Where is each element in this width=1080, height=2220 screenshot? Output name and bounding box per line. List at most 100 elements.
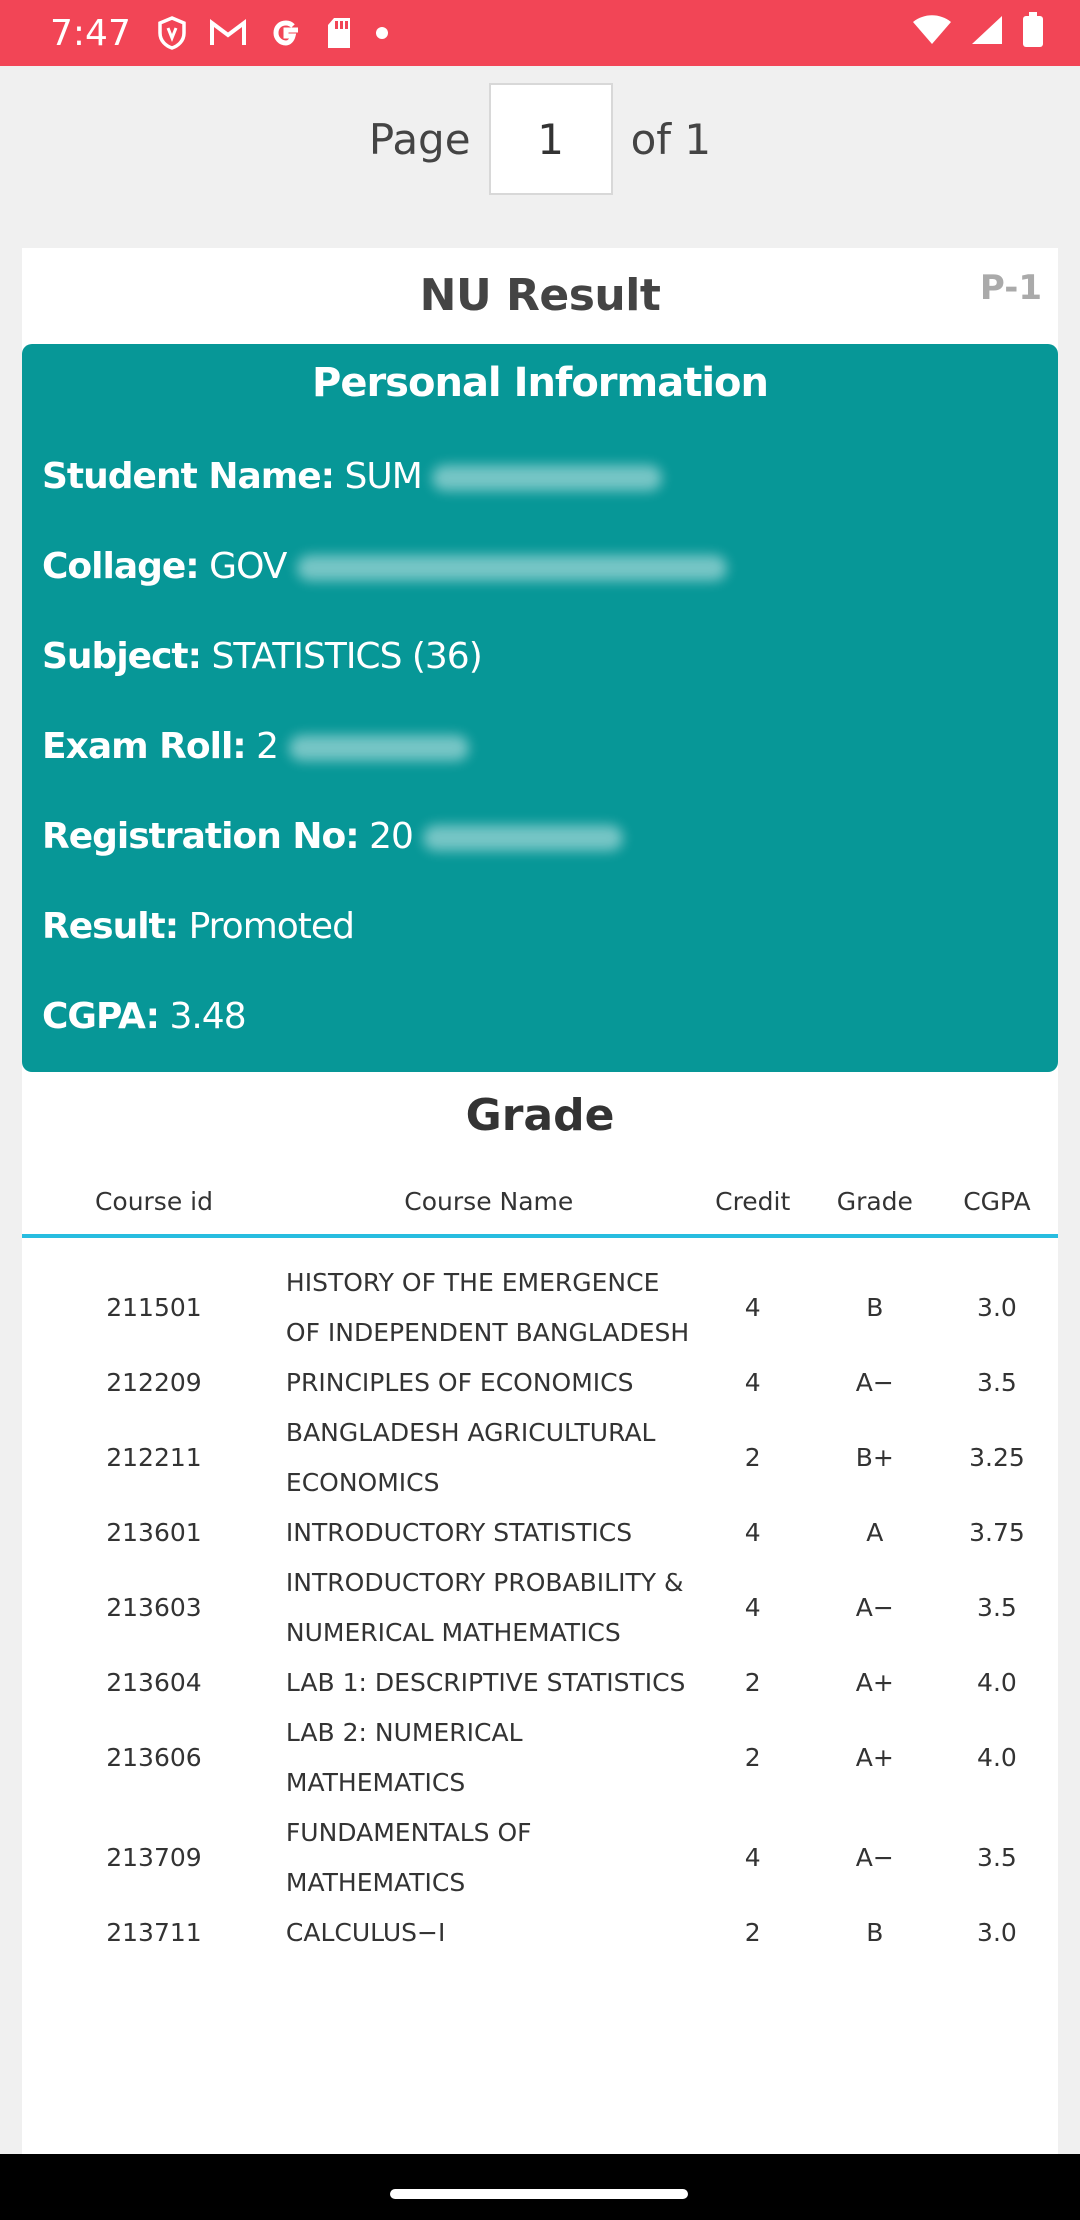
course-cgpa: 3.5 xyxy=(977,1593,1017,1622)
course-cgpa: 4.0 xyxy=(977,1743,1017,1772)
college-label: Collage: xyxy=(42,546,200,587)
course-id: 213711 xyxy=(106,1918,202,1947)
grade-title: Grade xyxy=(465,1090,615,1141)
student-name-value: SUM xyxy=(344,456,423,497)
notification-icons xyxy=(157,16,389,50)
course-id: 213606 xyxy=(106,1743,202,1772)
header-credit: Credit xyxy=(715,1186,791,1216)
course-credit: 4 xyxy=(744,1518,761,1547)
course-id: 212211 xyxy=(106,1443,202,1472)
table-row: 213709 FUNDAMENTALS OF MATHEMATICS 4 A− … xyxy=(22,1808,1058,1908)
status-bar: 7:47 xyxy=(0,0,1080,66)
table-row: 213711 CALCULUS−I 2 B 3.0 xyxy=(22,1908,1058,1958)
grade-table-header: Course id Course Name Credit Grade CGPA xyxy=(22,1168,1058,1238)
course-id: 212209 xyxy=(106,1368,202,1397)
personal-info-title: Personal Information xyxy=(312,360,769,406)
course-grade: A− xyxy=(855,1843,894,1872)
course-name: INTRODUCTORY PROBABILITY & NUMERICAL MAT… xyxy=(285,1568,684,1647)
course-id: 213604 xyxy=(106,1668,202,1697)
page-navigator: Page 1 of 1 xyxy=(0,80,1080,198)
google-icon xyxy=(273,20,298,46)
registration-label: Registration No: xyxy=(42,816,360,857)
table-row: 213603 INTRODUCTORY PROBABILITY & NUMERI… xyxy=(22,1558,1058,1658)
course-credit: 2 xyxy=(744,1743,761,1772)
exam-roll-label: Exam Roll: xyxy=(42,726,247,767)
course-cgpa: 4.0 xyxy=(977,1668,1017,1697)
course-credit: 2 xyxy=(744,1668,761,1697)
page-number-input[interactable]: 1 xyxy=(488,83,613,195)
dot-icon xyxy=(375,27,388,39)
grade-table-body: 211501 HISTORY OF THE EMERGENCE OF INDEP… xyxy=(22,1238,1058,1958)
course-grade: B xyxy=(866,1293,884,1322)
college-value: GOV xyxy=(209,546,287,587)
course-name: LAB 1: DESCRIPTIVE STATISTICS xyxy=(285,1668,686,1697)
status-time: 7:47 xyxy=(50,12,131,54)
course-cgpa: 3.5 xyxy=(977,1368,1017,1397)
course-name: INTRODUCTORY STATISTICS xyxy=(285,1518,633,1547)
course-grade: A xyxy=(866,1518,884,1547)
header-course-name: Course Name xyxy=(404,1186,574,1216)
redacted-blur xyxy=(423,825,624,851)
redacted-blur xyxy=(296,555,727,581)
college-row: Collage: GOV xyxy=(42,546,727,587)
result-card: NU Result P-1 Personal Information Stude… xyxy=(22,248,1058,2154)
table-row: 211501 HISTORY OF THE EMERGENCE OF INDEP… xyxy=(22,1258,1058,1358)
course-name: CALCULUS−I xyxy=(285,1918,446,1947)
header-course-id: Course id xyxy=(94,1186,213,1216)
course-id: 211501 xyxy=(106,1293,202,1322)
course-id: 213709 xyxy=(106,1843,202,1872)
subject-row: Subject: STATISTICS (36) xyxy=(42,636,483,677)
table-row: 213604 LAB 1: DESCRIPTIVE STATISTICS 2 A… xyxy=(22,1658,1058,1708)
course-credit: 2 xyxy=(744,1918,761,1947)
course-grade: A+ xyxy=(855,1743,894,1772)
course-cgpa: 3.0 xyxy=(977,1293,1017,1322)
student-name-label: Student Name: xyxy=(42,456,335,497)
home-gesture-handle[interactable] xyxy=(390,2189,688,2199)
course-cgpa: 3.75 xyxy=(969,1518,1025,1547)
header-grade: Grade xyxy=(836,1186,913,1216)
table-row: 212211 BANGLADESH AGRICULTURAL ECONOMICS… xyxy=(22,1408,1058,1508)
cgpa-label: CGPA: xyxy=(42,996,160,1037)
cgpa-row: CGPA: 3.48 xyxy=(42,996,247,1037)
shield-icon xyxy=(158,16,186,50)
course-cgpa: 3.5 xyxy=(977,1843,1017,1872)
exam-roll-row: Exam Roll: 2 xyxy=(42,726,469,767)
course-cgpa: 3.0 xyxy=(977,1918,1017,1947)
signal-icon xyxy=(972,16,1002,44)
course-credit: 4 xyxy=(744,1593,761,1622)
table-row: 213606 LAB 2: NUMERICAL MATHEMATICS 2 A+… xyxy=(22,1708,1058,1808)
page-label: Page xyxy=(368,114,471,164)
course-name: HISTORY OF THE EMERGENCE OF INDEPENDENT … xyxy=(285,1268,690,1347)
course-name: BANGLADESH AGRICULTURAL ECONOMICS xyxy=(285,1418,656,1497)
course-credit: 4 xyxy=(744,1293,761,1322)
exam-roll-value: 2 xyxy=(256,726,279,767)
result-value: Promoted xyxy=(188,906,355,947)
personal-info-panel: Personal Information Student Name: SUM C… xyxy=(22,344,1058,1072)
page-count-label: of 1 xyxy=(630,114,712,164)
grade-table: Course id Course Name Credit Grade CGPA … xyxy=(22,1168,1058,1958)
wifi-icon xyxy=(913,15,951,44)
navigation-bar xyxy=(0,2154,1080,2220)
result-row: Result: Promoted xyxy=(42,906,355,947)
subject-label: Subject: xyxy=(42,636,202,677)
result-title: NU Result xyxy=(419,270,661,321)
battery-icon xyxy=(1023,12,1043,47)
redacted-blur xyxy=(432,465,663,491)
table-row: 213601 INTRODUCTORY STATISTICS 4 A 3.75 xyxy=(22,1508,1058,1558)
course-credit: 4 xyxy=(744,1843,761,1872)
course-grade: B+ xyxy=(855,1443,894,1472)
gmail-icon xyxy=(209,19,246,45)
header-cgpa: CGPA xyxy=(963,1186,1031,1216)
registration-row: Registration No: 20 xyxy=(42,816,624,857)
course-grade: B xyxy=(866,1918,884,1947)
course-credit: 2 xyxy=(744,1443,761,1472)
course-credit: 4 xyxy=(744,1368,761,1397)
result-label: Result: xyxy=(42,906,179,947)
page-tag: P-1 xyxy=(979,268,1042,308)
system-icons xyxy=(912,12,1044,48)
course-id: 213603 xyxy=(106,1593,202,1622)
course-grade: A+ xyxy=(855,1668,894,1697)
course-name: LAB 2: NUMERICAL MATHEMATICS xyxy=(285,1718,523,1797)
course-grade: A− xyxy=(855,1368,894,1397)
subject-value: STATISTICS (36) xyxy=(211,636,482,677)
